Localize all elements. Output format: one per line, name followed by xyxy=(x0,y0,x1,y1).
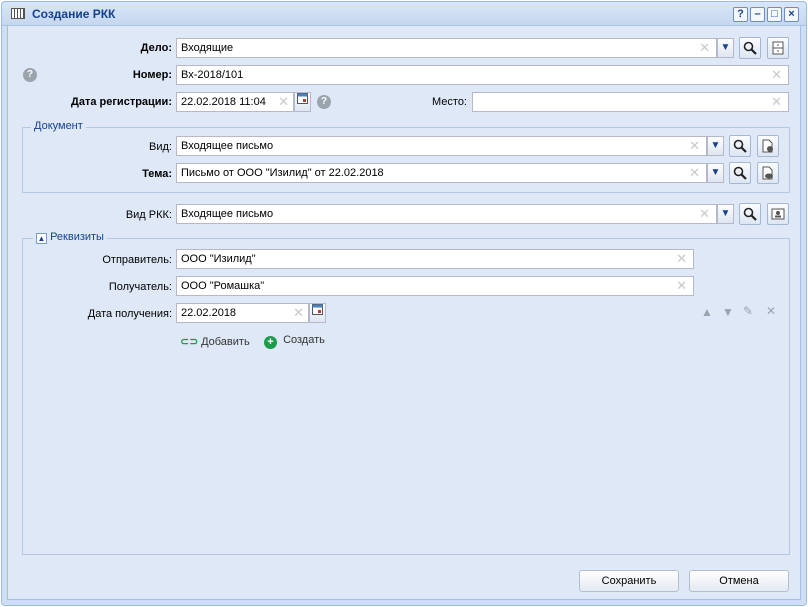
vid-label: Вид: xyxy=(149,141,172,153)
receiver-field[interactable]: ООО "Ромашка" ✕ xyxy=(176,276,694,296)
cancel-button[interactable]: Отмена xyxy=(689,570,789,592)
collapse-icon[interactable]: ▲ xyxy=(36,233,47,244)
clear-icon[interactable]: ✕ xyxy=(676,279,687,293)
datereg-field[interactable]: 22.02.2018 11:04 ✕ xyxy=(176,92,294,112)
delo-field[interactable]: Входящие ✕ xyxy=(176,38,717,58)
date-received-field[interactable]: 22.02.2018 ✕ xyxy=(176,303,309,323)
mesto-label: Место: xyxy=(432,96,467,108)
vid-search-button[interactable] xyxy=(729,135,751,157)
help-icon[interactable]: ? xyxy=(317,95,331,109)
add-label: Добавить xyxy=(201,336,250,348)
tema-field[interactable]: Письмо от ООО "Изилид" от 22.02.2018 ✕ xyxy=(176,163,707,183)
tema-label: Тема: xyxy=(142,168,172,180)
clear-icon[interactable]: ✕ xyxy=(278,95,289,109)
sender-value: ООО "Изилид" xyxy=(181,253,256,265)
clear-icon[interactable]: ✕ xyxy=(699,207,710,221)
search-icon xyxy=(743,207,757,221)
clear-icon[interactable]: ✕ xyxy=(689,139,700,153)
help-button[interactable]: ? xyxy=(733,7,748,22)
save-button[interactable]: Сохранить xyxy=(579,570,679,592)
tema-dropdown-trigger[interactable]: ▼ xyxy=(707,163,724,183)
clear-icon[interactable]: ✕ xyxy=(689,166,700,180)
sender-label: Отправитель: xyxy=(102,254,172,266)
vid-rkk-label: Вид РКК: xyxy=(125,209,172,221)
date-picker-trigger[interactable] xyxy=(294,92,311,112)
mesto-field[interactable]: ✕ xyxy=(472,92,789,112)
rekvizity-legend-text: Реквизиты xyxy=(50,231,104,243)
datereg-value: 22.02.2018 11:04 xyxy=(181,96,266,108)
tema-doc-button[interactable] xyxy=(757,162,779,184)
delo-card-button[interactable] xyxy=(767,37,789,59)
date-received-value: 22.02.2018 xyxy=(181,307,237,319)
vid-rkk-card-button[interactable] xyxy=(767,203,789,225)
date-received-label: Дата получения: xyxy=(87,308,172,320)
window-title: Создание РКК xyxy=(32,7,116,21)
search-icon xyxy=(743,41,757,55)
cabinet-icon xyxy=(772,41,784,55)
nomer-label: Номер: xyxy=(132,69,172,81)
sender-field[interactable]: ООО "Изилид" ✕ xyxy=(176,249,694,269)
search-icon xyxy=(733,166,747,180)
nomer-value: Вх-2018/101 xyxy=(181,69,244,81)
document-legend: Документ xyxy=(31,120,86,132)
vid-value: Входящее письмо xyxy=(181,140,274,152)
edit-icon[interactable]: ✎ xyxy=(743,304,753,318)
clear-icon[interactable]: ✕ xyxy=(676,252,687,266)
rekvizity-legend[interactable]: ▲ Реквизиты xyxy=(33,231,107,244)
delo-label: Дело: xyxy=(140,42,172,54)
add-action[interactable]: ⊂⊃ Добавить xyxy=(180,335,250,348)
calendar-icon xyxy=(312,304,323,315)
move-down-icon[interactable]: ▼ xyxy=(722,305,734,319)
create-action[interactable]: + Создать xyxy=(264,334,325,349)
move-up-icon[interactable]: ▲ xyxy=(701,305,713,319)
clear-icon[interactable]: ✕ xyxy=(699,41,710,55)
vid-field[interactable]: Входящее письмо ✕ xyxy=(176,136,707,156)
vid-dropdown-trigger[interactable]: ▼ xyxy=(707,136,724,156)
search-icon xyxy=(733,139,747,153)
calendar-icon xyxy=(297,93,308,104)
tema-search-button[interactable] xyxy=(729,162,751,184)
date-received-picker-trigger[interactable] xyxy=(309,303,326,323)
delo-value: Входящие xyxy=(181,42,234,54)
datereg-label: Дата регистрации: xyxy=(71,96,172,108)
remove-icon[interactable]: ✕ xyxy=(766,304,776,318)
id-card-icon xyxy=(771,208,785,220)
receiver-value: ООО "Ромашка" xyxy=(181,280,265,292)
receiver-label: Получатель: xyxy=(108,281,172,293)
link-icon: ⊂⊃ xyxy=(180,336,199,348)
delo-search-button[interactable] xyxy=(739,37,761,59)
vid-settings-button[interactable] xyxy=(757,135,779,157)
delo-dropdown-trigger[interactable]: ▼ xyxy=(717,38,734,58)
vid-rkk-field[interactable]: Входящее письмо ✕ xyxy=(176,204,717,224)
vid-rkk-value: Входящее письмо xyxy=(181,208,274,220)
minimize-button[interactable]: – xyxy=(750,7,765,22)
dialog-body: Дело: Входящие ✕ ▼ ? Номер: Вх-2018/101 … xyxy=(7,26,801,600)
create-label: Создать xyxy=(283,334,325,346)
clear-icon[interactable]: ✕ xyxy=(771,95,782,109)
plus-circle-icon: + xyxy=(264,336,277,349)
clear-icon[interactable]: ✕ xyxy=(771,68,782,82)
doc-gear-icon xyxy=(762,139,773,153)
close-button[interactable]: × xyxy=(784,7,799,22)
vid-rkk-dropdown-trigger[interactable]: ▼ xyxy=(717,204,734,224)
title-bar[interactable]: Создание РКК ? – □ × xyxy=(2,2,806,26)
tema-value: Письмо от ООО "Изилид" от 22.02.2018 xyxy=(181,167,384,179)
doc-cloud-icon xyxy=(762,166,773,180)
card-icon xyxy=(11,8,25,19)
vid-rkk-search-button[interactable] xyxy=(739,203,761,225)
maximize-button[interactable]: □ xyxy=(767,7,782,22)
dialog-window: Создание РКК ? – □ × Дело: Входящие ✕ ▼ … xyxy=(1,1,807,606)
nomer-field[interactable]: Вх-2018/101 ✕ xyxy=(176,65,789,85)
clear-icon[interactable]: ✕ xyxy=(293,306,304,320)
